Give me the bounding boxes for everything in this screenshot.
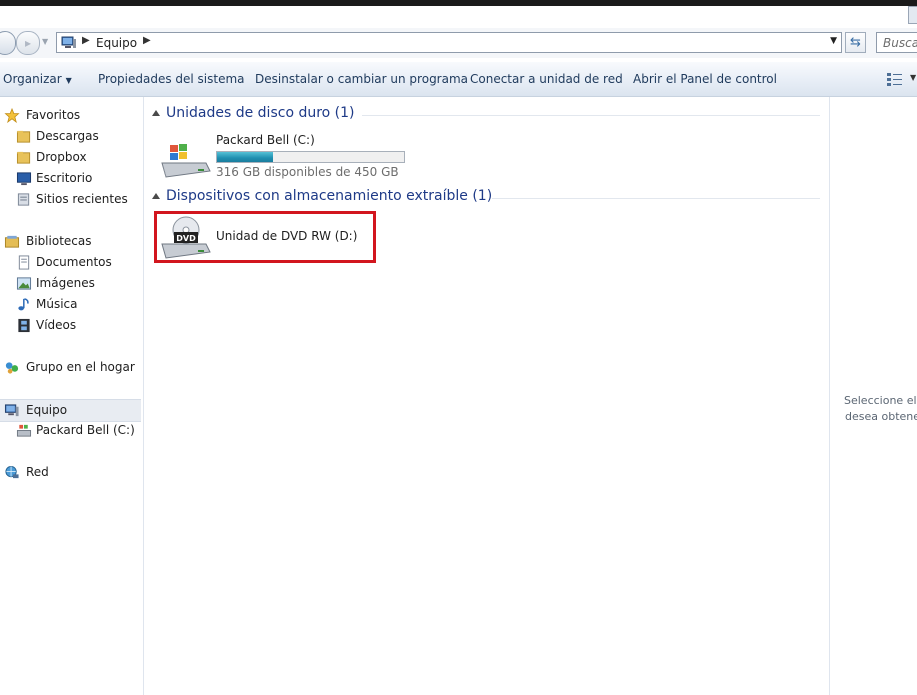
view-options-icon[interactable] [886,71,903,87]
nav-dropbox-label: Dropbox [36,150,87,164]
nav-recent-places[interactable]: Sitios recientes [0,189,143,210]
hard-drive-icon [16,424,32,437]
details-line-2: desea obtener [845,410,917,423]
drive-c-usage-bar [216,151,405,163]
nav-videos[interactable]: Vídeos [0,315,143,336]
chevron-down-icon: ▼ [65,76,72,85]
nav-network[interactable]: Red [0,462,143,483]
nav-drive-c-label: Packard Bell (C:) [36,423,135,437]
nav-images[interactable]: Imágenes [0,273,143,294]
music-note-icon [18,298,29,311]
images-icon [16,277,32,290]
search-placeholder: Buscar [883,36,917,50]
content-pane: Unidades de disco duro (1) Packard Bell … [144,97,828,695]
nav-computer-label: Equipo [26,403,68,417]
homegroup-icon [5,362,19,374]
computer-icon [61,36,76,48]
nav-images-label: Imágenes [36,276,95,290]
nav-libraries[interactable]: Bibliotecas [0,231,143,252]
group-header-hard-disks[interactable]: Unidades de disco duro (1) [152,105,820,125]
command-bar: Organizar ▼ Propiedades del sistema Desin… [0,62,917,97]
group-hard-disks-title: Unidades de disco duro (1) [166,105,355,121]
details-pane: Seleccione el a desea obtener [829,97,917,695]
film-icon [18,318,30,333]
forward-button[interactable]: ▸ [16,31,40,55]
organize-button[interactable]: Organizar ▼ [3,72,72,86]
address-bar[interactable]: ▶ Equipo ▶ ▼ [56,32,842,53]
nav-desktop[interactable]: Escritorio [0,168,143,189]
window-top-edge [0,0,917,24]
recent-places-icon [17,193,30,206]
back-button[interactable] [0,31,16,55]
recent-pages-dropdown-icon[interactable]: ▼ [42,37,48,46]
organize-label: Organizar [3,72,62,86]
nav-dropbox[interactable]: Dropbox [0,147,143,168]
nav-music-label: Música [36,297,78,311]
nav-documents-label: Documentos [36,255,112,269]
group-divider [492,198,820,199]
nav-computer[interactable]: Equipo [0,399,141,422]
breadcrumb-chevron-icon[interactable]: ▶ [143,35,151,46]
nav-recent-label: Sitios recientes [36,192,128,206]
open-control-panel-button[interactable]: Abrir el Panel de control [633,72,777,86]
network-globe-icon [5,465,19,479]
nav-downloads[interactable]: Descargas [0,126,143,147]
nav-network-label: Red [26,465,49,479]
nav-documents[interactable]: Documentos [0,252,143,273]
address-row: ▸ ▼ ▶ Equipo ▶ ▼ ⇆ Buscar [0,28,917,58]
uninstall-program-button[interactable]: Desinstalar o cambiar un programa [255,72,468,86]
desktop-icon [16,172,32,186]
address-history-dropdown-icon[interactable]: ▼ [830,36,837,46]
nav-favorites-label: Favoritos [26,108,81,122]
group-header-removable[interactable]: Dispositivos con almacenamiento extraíbl… [152,188,820,208]
computer-icon [4,404,19,417]
nav-downloads-label: Descargas [36,129,99,143]
nav-drive-c[interactable]: Packard Bell (C:) [0,420,143,441]
refresh-button[interactable]: ⇆ [845,32,866,53]
breadcrumb-equipo[interactable]: Equipo [96,36,137,50]
drive-c-name: Packard Bell (C:) [216,133,315,147]
group-divider [362,115,820,116]
search-input[interactable]: Buscar [876,32,917,53]
view-dropdown-icon[interactable]: ▼ [910,73,916,82]
system-properties-button[interactable]: Propiedades del sistema [98,72,245,86]
nav-homegroup-label: Grupo en el hogar [26,360,135,374]
nav-videos-label: Vídeos [36,318,77,332]
details-message: Seleccione el a desea obtener [844,393,917,425]
map-network-drive-button[interactable]: Conectar a unidad de red [470,72,623,86]
window-control-button[interactable] [908,6,917,24]
annotation-highlight-box [154,211,376,263]
nav-favorites[interactable]: Favoritos [0,105,143,126]
downloads-folder-icon [16,130,31,143]
nav-homegroup[interactable]: Grupo en el hogar [0,357,143,378]
collapse-triangle-icon[interactable] [152,193,160,199]
drive-c-usage-fill [217,152,274,162]
navigation-pane: Favoritos Descargas Dropbox Escritorio S… [0,97,144,695]
drive-c-free-space: 316 GB disponibles de 450 GB [216,165,399,179]
collapse-triangle-icon[interactable] [152,110,160,116]
drive-c-item[interactable]: Packard Bell (C:) 316 GB disponibles de … [144,131,444,181]
documents-icon [18,255,30,270]
dropbox-folder-icon [16,151,31,164]
details-line-1: Seleccione el a [844,394,917,407]
breadcrumb-separator-icon[interactable]: ▶ [82,35,90,46]
nav-desktop-label: Escritorio [36,171,93,185]
star-icon [4,108,20,123]
nav-libraries-label: Bibliotecas [26,234,92,248]
hard-drive-icon [161,144,211,178]
group-removable-title: Dispositivos con almacenamiento extraíbl… [166,188,493,204]
libraries-icon [4,235,20,248]
nav-music[interactable]: Música [0,294,143,315]
